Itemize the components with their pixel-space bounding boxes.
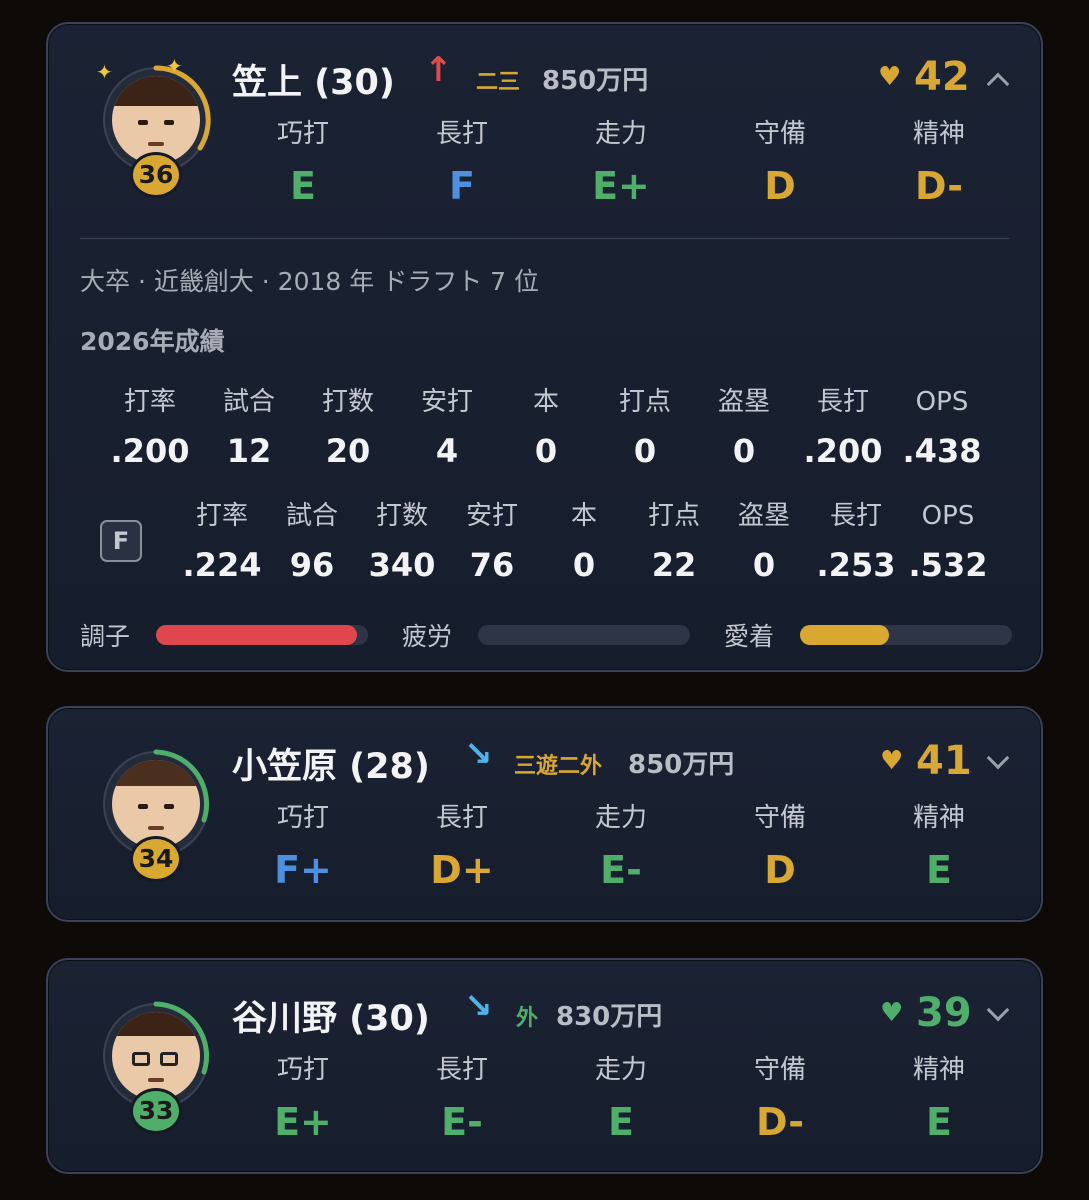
sparkle-icon: ✦ [96, 60, 113, 84]
uniform-number-badge: 36 [130, 152, 182, 198]
condition-bar [156, 625, 368, 645]
face-illustration [112, 1012, 200, 1100]
rating-contact: 巧打 E+ [274, 1055, 332, 1144]
expand-chevron-down-icon[interactable] [986, 998, 1010, 1022]
farm-stat-slugging: 長打 .253 [816, 501, 896, 584]
rating-speed: 走力 E [594, 1055, 647, 1144]
bar-label-attachment: 愛着 [724, 622, 775, 651]
farm-stat-ops: OPS .532 [908, 501, 988, 584]
season-stats-row: 打率 .200 試合 12 打数 20 安打 4 本0 打点 0 盗塁 0 長打 .200 O… [48, 384, 1045, 474]
trend-down-arrow-icon: ↘ [464, 986, 493, 1026]
stat-hits: 安打 4 [420, 387, 473, 470]
farm-stat-home-runs: 本0 [570, 501, 597, 584]
trend-down-arrow-icon: ↘ [464, 734, 493, 774]
attachment-bar [800, 625, 1012, 645]
farm-stat-rbi: 打点 22 [647, 501, 700, 584]
stat-avg: 打率 .200 [110, 387, 190, 470]
affinity-value: 39 [916, 990, 972, 1036]
stat-games: 試合 12 [222, 387, 275, 470]
farm-stat-at-bats: 打数 340 [368, 501, 436, 584]
sparkle-icon: ✦ [166, 54, 183, 78]
uniform-number-badge: 33 [130, 1088, 182, 1134]
salary: 850万円 [542, 66, 649, 96]
heart-icon: ♥ [878, 62, 902, 92]
attachment-bar-fill [800, 625, 890, 645]
rating-speed: 走力 E+ [592, 119, 650, 208]
player-avatar: 33 [100, 1000, 212, 1134]
rating-defense: 守備 D [753, 803, 806, 892]
player-name: 小笠原 (28) [232, 747, 430, 787]
bar-label-condition: 調子 [80, 622, 131, 651]
stat-home-runs: 本0 [532, 387, 559, 470]
player-bio: 大卒 · 近畿創大 · 2018 年 ドラフト 7 位 [80, 267, 539, 296]
player-avatar: ✦ ✦ 36 [96, 54, 212, 198]
salary: 850万円 [628, 750, 735, 780]
rating-mental: 精神 D- [912, 119, 965, 208]
rating-speed: 走力 E- [594, 803, 647, 892]
stat-slugging: 長打 .200 [803, 387, 883, 470]
farm-stat-avg: 打率 .224 [182, 501, 262, 584]
heart-icon: ♥ [880, 998, 904, 1028]
face-illustration [112, 76, 200, 164]
stat-steals: 盗塁 0 [717, 387, 770, 470]
trend-up-arrow-icon: ↑ [424, 50, 453, 90]
uniform-number-badge: 34 [130, 836, 182, 882]
rating-power: 長打 D+ [430, 803, 494, 892]
player-name: 笠上 (30) [232, 63, 395, 103]
player-card-kasagami[interactable]: ✦ ✦ 36 笠上 (30) ↑ 二三 850万円 ♥ 42 巧打 E 長打 F… [46, 22, 1043, 672]
bar-label-fatigue: 疲労 [402, 622, 453, 651]
position-list: 二三 [476, 70, 521, 95]
farm-stats-row: 打率 .224 試合 96 打数 340 安打 76 本0 打点 22 盗塁 0 長打 .25… [48, 498, 1045, 588]
rating-mental: 精神 E [912, 1055, 965, 1144]
collapse-chevron-up-icon[interactable] [986, 72, 1010, 96]
rating-mental: 精神 E [912, 803, 965, 892]
fatigue-bar [478, 625, 690, 645]
stat-at-bats: 打数 20 [321, 387, 374, 470]
player-card-tanigawano[interactable]: 33 谷川野 (30) ↘ 外 830万円 ♥ 39 巧打 E+ 長打 E- 走… [46, 958, 1043, 1174]
farm-stat-games: 試合 96 [285, 501, 338, 584]
affinity-value: 41 [916, 738, 972, 784]
player-name: 谷川野 (30) [232, 999, 430, 1039]
rating-contact: 巧打 F+ [274, 803, 332, 892]
stat-ops: OPS .438 [902, 387, 982, 470]
rating-defense: 守備 D- [753, 1055, 806, 1144]
affinity-value: 42 [914, 54, 970, 100]
rating-power: 長打 E- [435, 1055, 488, 1144]
player-avatar: 34 [100, 748, 212, 882]
position-list: 外 [516, 1006, 539, 1031]
heart-icon: ♥ [880, 746, 904, 776]
salary: 830万円 [556, 1002, 663, 1032]
expand-chevron-down-icon[interactable] [986, 746, 1010, 770]
position-list: 三遊二外 [514, 754, 603, 779]
season-stats-title: 2026年成績 [80, 327, 225, 356]
condition-bar-fill [156, 625, 358, 645]
rating-power: 長打 F [435, 119, 488, 208]
rating-defense: 守備 D [753, 119, 806, 208]
farm-stat-hits: 安打 76 [465, 501, 518, 584]
face-illustration [112, 760, 200, 848]
divider [80, 238, 1009, 239]
farm-stat-steals: 盗塁 0 [737, 501, 790, 584]
rating-contact: 巧打 E [276, 119, 329, 208]
player-card-ogasawara[interactable]: 34 小笠原 (28) ↘ 三遊二外 850万円 ♥ 41 巧打 F+ 長打 D… [46, 706, 1043, 922]
stat-rbi: 打点 0 [618, 387, 671, 470]
